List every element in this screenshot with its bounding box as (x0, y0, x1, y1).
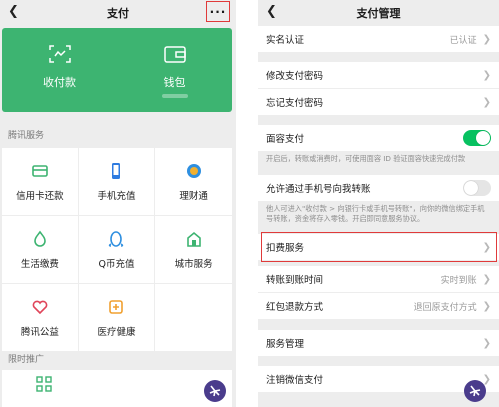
grid-icon[interactable] (36, 376, 52, 392)
receive-pay-button[interactable]: 收付款 (2, 28, 117, 112)
fan-icon (209, 385, 221, 397)
service-label: 手机充值 (97, 190, 136, 202)
service-utilities[interactable]: 生活缴费 (2, 216, 79, 284)
chevron-right-icon: ❯ (482, 337, 491, 349)
more-button[interactable]: ··· (206, 1, 230, 22)
chevron-right-icon: ❯ (482, 69, 491, 81)
payment-page: ❮ 支付 ··· 收付款 钱包 腾讯服务 信用卡还款 手机充值 理财通 生活缴费… (0, 0, 236, 407)
service-label: 医疗健康 (97, 326, 136, 338)
city-icon (186, 231, 201, 247)
row-change-password[interactable]: 修改支付密码 ❯ (258, 62, 499, 88)
face-pay-toggle[interactable] (463, 130, 491, 146)
service-label: 腾讯公益 (20, 326, 59, 338)
phone-transfer-note: 他人可进入"收付款 > 向银行卡或手机号转账"，向你的微信绑定手机号转账，资金将… (266, 204, 485, 223)
service-city[interactable]: 城市服务 (155, 216, 232, 284)
row-label: 允许通过手机号向我转账 (266, 184, 371, 195)
service-charity[interactable]: 腾讯公益 (2, 284, 79, 352)
service-medical[interactable]: 医疗健康 (78, 284, 156, 352)
wealth-icon (186, 163, 201, 178)
mobile-icon (112, 162, 121, 179)
chevron-right-icon: ❯ (482, 33, 491, 45)
wallet-label: 钱包 (163, 76, 186, 89)
row-value: 退回原支付方式 (413, 302, 477, 313)
row-cancel-pay[interactable]: 注销微信支付 ❯ (258, 366, 499, 392)
credit-card-icon (32, 164, 48, 177)
wallet-button[interactable]: 钱包 (117, 28, 232, 112)
toggle-knob (464, 181, 478, 195)
page-title: 支付管理 (356, 7, 401, 20)
section-title-tencent: 腾讯服务 (8, 131, 45, 141)
row-service-management[interactable]: 服务管理 ❯ (258, 330, 499, 356)
row-phone-transfer: 允许通过手机号向我转账 (258, 175, 499, 201)
row-label: 服务管理 (266, 339, 305, 350)
navbar: ❮ 支付管理 (258, 0, 499, 24)
medical-icon (109, 299, 124, 314)
chevron-right-icon: ❯ (482, 273, 491, 285)
service-label: 生活缴费 (20, 258, 59, 270)
row-forgot-password[interactable]: 忘记支付密码 ❯ (258, 89, 499, 115)
row-label: 注销微信支付 (266, 375, 324, 386)
scan-qr-icon (48, 45, 71, 63)
payment-management-page: ❮ 支付管理 实名认证 已认证 ❯ 修改支付密码 ❯ 忘记支付密码 ❯ 面容支付… (258, 0, 499, 407)
qq-coin-icon (109, 230, 124, 247)
section-title-promo: 限时推广 (8, 355, 45, 365)
service-mobile-topup[interactable]: 手机充值 (78, 148, 156, 216)
row-red-packet-refund[interactable]: 红包退款方式 退回原支付方式 ❯ (258, 293, 499, 319)
tencent-services-grid: 信用卡还款 手机充值 理财通 生活缴费 Q币充值 城市服务 腾讯公益 医疗健康 (2, 148, 232, 352)
charity-icon (32, 300, 48, 314)
promo-area (2, 370, 232, 407)
row-label: 面容支付 (266, 134, 305, 145)
wallet-icon (163, 46, 186, 63)
floating-assistant-icon[interactable] (204, 380, 226, 402)
row-label: 红包退款方式 (266, 302, 324, 313)
row-value: 实时到账 (440, 275, 477, 286)
toggle-knob (476, 131, 490, 145)
service-wealth[interactable]: 理财通 (155, 148, 232, 216)
page-title: 支付 (107, 7, 129, 20)
service-label: Q币充值 (98, 258, 135, 270)
chevron-right-icon: ❯ (482, 373, 491, 385)
row-arrival-time[interactable]: 转账到账时间 实时到账 ❯ (258, 266, 499, 292)
wallet-balance-masked (161, 94, 188, 98)
chevron-right-icon: ❯ (482, 300, 491, 312)
service-qq-coin[interactable]: Q币充值 (78, 216, 156, 284)
utility-icon (34, 230, 46, 247)
row-label: 转账到账时间 (266, 275, 324, 286)
service-label: 信用卡还款 (16, 190, 64, 202)
row-label: 忘记支付密码 (266, 98, 324, 109)
service-label: 理财通 (179, 190, 208, 202)
row-real-name[interactable]: 实名认证 已认证 ❯ (258, 26, 499, 52)
service-credit-card[interactable]: 信用卡还款 (2, 148, 79, 216)
wallet-card: 收付款 钱包 (2, 28, 232, 112)
receive-pay-label: 收付款 (43, 76, 76, 89)
service-label: 城市服务 (174, 258, 213, 270)
phone-transfer-toggle[interactable] (463, 180, 491, 196)
deduction-highlight-box (261, 232, 497, 262)
chevron-right-icon: ❯ (482, 96, 491, 108)
navbar: ❮ 支付 ··· (0, 0, 236, 24)
face-pay-note: 开启后，转账或消费时，可使用面容 ID 验证面容快速完成付款 (266, 154, 466, 163)
row-label: 修改支付密码 (266, 71, 324, 82)
floating-assistant-icon[interactable] (464, 380, 486, 402)
fan-icon (469, 385, 481, 397)
row-face-pay: 面容支付 (258, 125, 499, 151)
service-empty-slot (155, 284, 232, 352)
row-label: 实名认证 (266, 35, 305, 46)
row-value: 已认证 (449, 35, 477, 46)
